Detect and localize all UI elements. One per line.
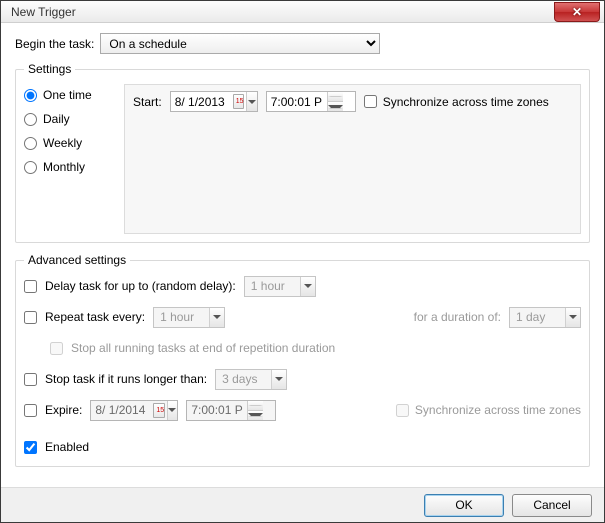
delay-row: Delay task for up to (random delay): 1 h… — [24, 275, 581, 297]
expire-date-drop-button[interactable] — [167, 401, 178, 420]
cancel-button-label: Cancel — [533, 498, 570, 512]
radio-daily[interactable]: Daily — [24, 112, 114, 126]
expire-row: Expire: — [24, 399, 581, 421]
spin-down-button[interactable] — [248, 411, 263, 420]
spin-up-button[interactable] — [248, 401, 263, 411]
duration-drop-button[interactable] — [565, 308, 580, 327]
start-time-input[interactable] — [267, 92, 327, 111]
radio-monthly-input[interactable] — [24, 161, 37, 174]
settings-fieldset: Settings One time Daily Weekly — [15, 62, 590, 243]
new-trigger-dialog: New Trigger ✕ Begin the task: On a sched… — [0, 0, 605, 523]
expire-sync-checkbox: Synchronize across time zones — [396, 403, 581, 417]
delay-value-select[interactable]: 1 hour — [244, 276, 316, 297]
chevron-down-icon — [275, 377, 283, 381]
delay-drop-button[interactable] — [300, 277, 315, 296]
ok-button-label: OK — [455, 498, 472, 512]
delay-checkbox[interactable] — [24, 280, 37, 293]
sync-timezones-label: Synchronize across time zones — [383, 95, 549, 109]
stop-repetition-row: Stop all running tasks at end of repetit… — [50, 337, 581, 359]
time-spinner[interactable] — [327, 92, 343, 111]
delay-label: Delay task for up to (random delay): — [45, 279, 236, 293]
radio-one-time-label: One time — [43, 88, 92, 102]
spin-down-button[interactable] — [328, 102, 343, 111]
enabled-checkbox[interactable] — [24, 441, 37, 454]
start-label: Start: — [133, 95, 162, 109]
begin-task-row: Begin the task: On a schedule — [15, 33, 590, 54]
repeat-drop-button[interactable] — [209, 308, 224, 327]
start-time-picker[interactable] — [266, 91, 356, 112]
window-title: New Trigger — [11, 5, 554, 19]
schedule-detail-panel: Start: — [124, 84, 581, 234]
expire-time-input[interactable] — [187, 401, 247, 420]
duration-label: for a duration of: — [414, 310, 501, 324]
radio-weekly[interactable]: Weekly — [24, 136, 114, 150]
cancel-button[interactable]: Cancel — [512, 494, 592, 517]
repeat-checkbox[interactable] — [24, 311, 37, 324]
stop-repetition-label: Stop all running tasks at end of repetit… — [71, 341, 335, 355]
stop-long-drop-button[interactable] — [271, 370, 286, 389]
calendar-icon — [233, 94, 244, 109]
expire-checkbox[interactable] — [24, 404, 37, 417]
duration-value-select[interactable]: 1 day — [509, 307, 581, 328]
radio-one-time[interactable]: One time — [24, 88, 114, 102]
start-date-input[interactable] — [171, 92, 231, 111]
enabled-row: Enabled — [24, 436, 581, 458]
start-date-picker[interactable] — [170, 91, 258, 112]
chevron-down-icon — [213, 315, 221, 319]
radio-daily-input[interactable] — [24, 113, 37, 126]
expire-sync-label: Synchronize across time zones — [415, 403, 581, 417]
advanced-legend: Advanced settings — [24, 253, 130, 267]
expire-time-picker[interactable] — [186, 400, 276, 421]
chevron-down-icon — [248, 100, 256, 104]
calendar-icon — [153, 403, 164, 418]
stop-repetition-checkbox — [50, 342, 63, 355]
delay-value: 1 hour — [245, 277, 300, 296]
radio-weekly-label: Weekly — [43, 136, 82, 150]
advanced-fieldset: Advanced settings Delay task for up to (… — [15, 253, 590, 467]
repeat-row: Repeat task every: 1 hour for a duration… — [24, 306, 581, 328]
radio-one-time-input[interactable] — [24, 89, 37, 102]
begin-task-label: Begin the task: — [15, 37, 94, 51]
frequency-radio-group: One time Daily Weekly Monthly — [24, 84, 114, 234]
stop-long-value: 3 days — [216, 370, 271, 389]
stop-long-row: Stop task if it runs longer than: 3 days — [24, 368, 581, 390]
ok-button[interactable]: OK — [424, 494, 504, 517]
chevron-down-icon — [168, 408, 176, 412]
begin-task-select[interactable]: On a schedule — [100, 33, 380, 54]
enabled-label: Enabled — [45, 440, 89, 454]
repeat-value-select[interactable]: 1 hour — [153, 307, 225, 328]
sync-timezones-input[interactable] — [364, 95, 377, 108]
close-icon: ✕ — [572, 5, 582, 19]
radio-daily-label: Daily — [43, 112, 70, 126]
expire-date-picker[interactable] — [90, 400, 178, 421]
triangle-up-icon — [328, 96, 343, 97]
stop-long-value-select[interactable]: 3 days — [215, 369, 287, 390]
sync-timezones-checkbox[interactable]: Synchronize across time zones — [364, 95, 549, 109]
titlebar: New Trigger ✕ — [1, 1, 604, 23]
expire-time-spinner[interactable] — [247, 401, 263, 420]
settings-legend: Settings — [24, 62, 75, 76]
dialog-footer: OK Cancel — [1, 487, 604, 522]
repeat-label: Repeat task every: — [45, 310, 145, 324]
stop-long-label: Stop task if it runs longer than: — [45, 372, 207, 386]
spin-up-button[interactable] — [328, 92, 343, 102]
radio-monthly-label: Monthly — [43, 160, 85, 174]
expire-sync-input — [396, 404, 409, 417]
close-button[interactable]: ✕ — [554, 2, 600, 22]
expire-label: Expire: — [45, 403, 82, 417]
expire-date-input[interactable] — [91, 401, 151, 420]
triangle-down-icon — [248, 413, 263, 417]
stop-long-checkbox[interactable] — [24, 373, 37, 386]
date-drop-button[interactable] — [246, 92, 257, 111]
triangle-down-icon — [328, 105, 343, 109]
chevron-down-icon — [569, 315, 577, 319]
repeat-value: 1 hour — [154, 308, 209, 327]
radio-monthly[interactable]: Monthly — [24, 160, 114, 174]
triangle-up-icon — [248, 405, 263, 406]
duration-value: 1 day — [510, 308, 565, 327]
dialog-content: Begin the task: On a schedule Settings O… — [1, 23, 604, 487]
chevron-down-icon — [304, 284, 312, 288]
radio-weekly-input[interactable] — [24, 137, 37, 150]
